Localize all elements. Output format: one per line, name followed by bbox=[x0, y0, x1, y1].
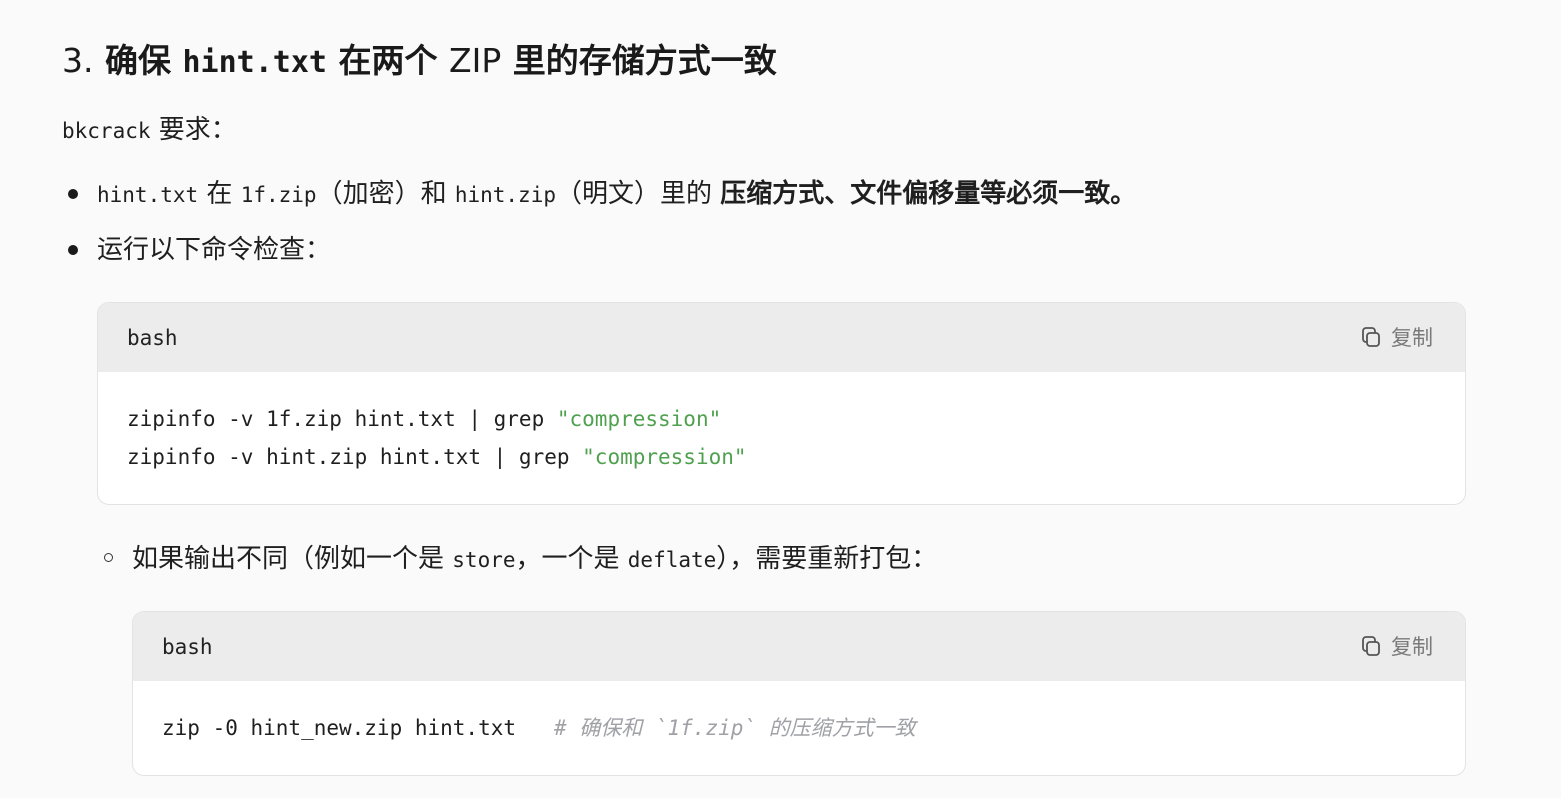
copy-icon bbox=[1359, 325, 1383, 349]
code-line: zipinfo -v hint.zip hint.txt | grep "com… bbox=[127, 438, 1436, 476]
code-line: zip -0 hint_new.zip hint.txt # 确保和 `1f.z… bbox=[162, 709, 1436, 747]
sub-list-text: ，一个是 bbox=[515, 544, 620, 574]
list-item-strong-text: 压缩方式、文件偏移量等必须一致。 bbox=[720, 179, 1137, 209]
chat-response-page: 3. 确保 hint.txt 在两个 ZIP 里的存储方式一致 bkcrack … bbox=[0, 0, 1561, 798]
inline-code: store bbox=[452, 548, 516, 572]
code-language-label: bash bbox=[162, 635, 213, 659]
code-block-body: zip -0 hint_new.zip hint.txt # 确保和 `1f.z… bbox=[133, 681, 1465, 747]
inline-code: deflate bbox=[627, 548, 717, 572]
heading-number: 3. bbox=[62, 41, 94, 80]
list-item-text: 在 bbox=[206, 179, 233, 209]
copy-button[interactable]: 复制 bbox=[1359, 321, 1433, 353]
code-comment: # 确保和 `1f.zip` 的压缩方式一致 bbox=[553, 716, 916, 740]
copy-button-label: 复制 bbox=[1391, 326, 1433, 350]
inline-code: hint.zip bbox=[454, 183, 556, 207]
list-item-text: （明文）里的 bbox=[556, 179, 713, 209]
list-item-text: 运行以下命令检查： bbox=[97, 235, 332, 265]
list-item-text: （加密）和 bbox=[316, 179, 447, 209]
copy-button-label: 复制 bbox=[1391, 635, 1433, 659]
heading-zip-word: ZIP bbox=[449, 41, 502, 80]
disc-bullet-icon bbox=[68, 189, 78, 199]
intro-text: 要求： bbox=[158, 115, 237, 145]
code-block-header: bash 复制 bbox=[98, 303, 1465, 372]
disc-bullet-icon bbox=[68, 245, 78, 255]
list-item: hint.txt 在 1f.zip（加密）和 hint.zip（明文）里的 压缩… bbox=[68, 174, 1137, 215]
sub-list-item: 如果输出不同（例如一个是 store，一个是 deflate），需要重新打包： bbox=[104, 539, 938, 580]
copy-icon bbox=[1359, 634, 1383, 658]
intro-code-tool: bkcrack bbox=[62, 119, 151, 143]
heading-prefix: 确保 bbox=[105, 41, 171, 80]
code-block-body: zipinfo -v 1f.zip hint.txt | grep "compr… bbox=[98, 372, 1465, 476]
list-item: 运行以下命令检查： bbox=[68, 230, 332, 270]
code-string: "compression" bbox=[582, 445, 747, 469]
code-text: zipinfo -v 1f.zip hint.txt | grep bbox=[127, 407, 557, 431]
code-line: zipinfo -v 1f.zip hint.txt | grep "compr… bbox=[127, 400, 1436, 438]
code-block: bash 复制 zipinfo -v 1f.zip hint.txt | gre… bbox=[97, 302, 1466, 505]
section-heading: 3. 确保 hint.txt 在两个 ZIP 里的存储方式一致 bbox=[62, 36, 777, 88]
code-text: zip -0 hint_new.zip hint.txt bbox=[162, 716, 554, 740]
sub-list-text: ），需要重新打包： bbox=[716, 544, 938, 574]
heading-suffix: 里的存储方式一致 bbox=[512, 41, 777, 80]
code-text: zipinfo -v hint.zip hint.txt | grep bbox=[127, 445, 583, 469]
copy-button[interactable]: 复制 bbox=[1359, 630, 1433, 662]
circle-bullet-icon bbox=[104, 553, 113, 562]
heading-code-filename: hint.txt bbox=[182, 45, 328, 80]
intro-paragraph: bkcrack 要求： bbox=[62, 110, 237, 151]
inline-code: 1f.zip bbox=[240, 183, 317, 207]
code-string: "compression" bbox=[556, 407, 722, 431]
sub-list-text: 如果输出不同（例如一个是 bbox=[132, 544, 445, 574]
code-block: bash 复制 zip -0 hint_new.zip hint.txt # 确… bbox=[132, 611, 1466, 776]
heading-middle: 在两个 bbox=[338, 41, 438, 80]
code-language-label: bash bbox=[127, 326, 178, 350]
code-block-header: bash 复制 bbox=[133, 612, 1465, 681]
inline-code: hint.txt bbox=[97, 183, 199, 207]
